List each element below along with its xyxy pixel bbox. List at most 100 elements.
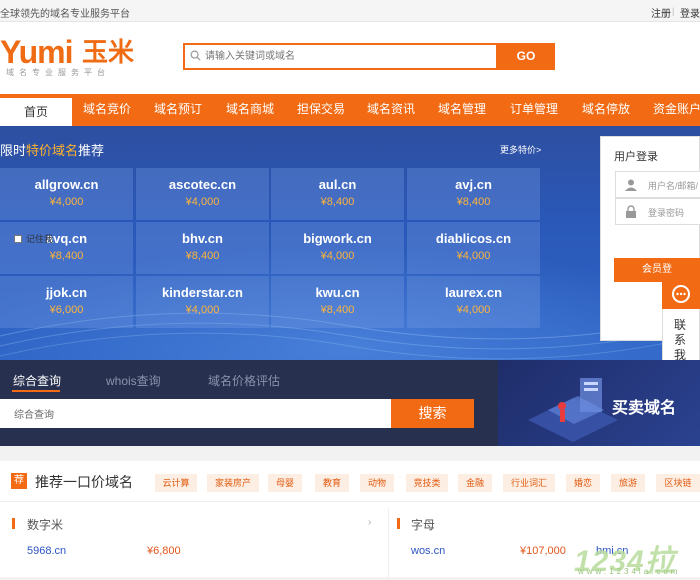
query-search-button[interactable]: 搜索 [391, 399, 474, 428]
username-placeholder: 用户名/邮箱/ [648, 181, 699, 191]
nav-item-orders[interactable]: 订单管理 [498, 94, 570, 126]
deal-domain-price: ¥8,400 [320, 304, 355, 316]
deal-domain-card[interactable]: jjok.cn ¥6,000 [0, 276, 133, 328]
deal-domain-price: ¥4,000 [320, 250, 355, 262]
deal-domain-card[interactable]: avq.cn ¥8,400 [0, 222, 133, 274]
hero-title-prefix: 限时 [0, 143, 27, 158]
search-input[interactable] [185, 45, 496, 68]
deal-domain-price: ¥4,000 [456, 304, 491, 316]
listing-domain[interactable]: 5968.cn [27, 545, 66, 557]
tag-travel[interactable]: 旅游 [611, 474, 645, 492]
tab-whois-query[interactable]: whois查询 [106, 372, 161, 389]
deal-domain-card[interactable]: kinderstar.cn ¥4,000 [136, 276, 269, 328]
nav-item-parking[interactable]: 域名停放 [570, 94, 642, 126]
deal-domain-price: ¥8,400 [320, 196, 355, 208]
nav-item-auction[interactable]: 域名竞价 [72, 94, 142, 126]
tag-esports[interactable]: 竞技类 [406, 474, 448, 492]
tag-mother-baby[interactable]: 母婴 [268, 474, 302, 492]
top-bar: 全球领先的域名专业服务平台 注册 | 登录 [0, 0, 700, 22]
deal-domain-price: ¥6,000 [49, 304, 84, 316]
deal-domain-name: aul.cn [318, 177, 357, 192]
nav-item-funds[interactable]: 资金账户 [642, 94, 700, 126]
category-marker [397, 518, 400, 529]
divider [0, 501, 700, 502]
deal-domain-price: ¥8,400 [185, 250, 220, 262]
deal-domain-name: laurex.cn [444, 285, 503, 300]
topbar-separator: | [672, 6, 675, 16]
deal-domain-name: allgrow.cn [34, 177, 99, 192]
deal-domain-price: ¥8,400 [456, 196, 491, 208]
deal-domain-card[interactable]: diablicos.cn ¥4,000 [407, 222, 540, 274]
deal-domain-name: ascotec.cn [168, 177, 237, 192]
nav-item-manage[interactable]: 域名管理 [426, 94, 498, 126]
tag-finance[interactable]: 金融 [458, 474, 492, 492]
tag-industry-words[interactable]: 行业词汇 [503, 474, 555, 492]
logo-text[interactable]: Yumi [0, 34, 73, 70]
deal-domain-card[interactable]: bigwork.cn ¥4,000 [271, 222, 404, 274]
hero-title-suffix: 推荐 [78, 143, 105, 158]
user-icon [625, 179, 637, 191]
hero-banner: 限时特价域名推荐 更多特价> allgrow.cn ¥4,000 ascotec.… [0, 126, 700, 360]
chat-bubble-icon[interactable] [662, 281, 700, 309]
deal-domain-name: jjok.cn [45, 285, 88, 300]
tag-cloud-computing[interactable]: 云计算 [155, 474, 197, 492]
password-field[interactable]: 登录密码 [615, 198, 700, 225]
tag-animals[interactable]: 动物 [360, 474, 394, 492]
deal-domain-card[interactable]: ascotec.cn ¥4,000 [136, 168, 269, 220]
deal-domain-name: diablicos.cn [435, 231, 512, 246]
deal-domain-price: ¥4,000 [185, 196, 220, 208]
nav-item-home[interactable]: 首页 [0, 96, 72, 126]
login-link[interactable]: 登录 [680, 5, 700, 20]
nav-item-escrow[interactable]: 担保交易 [286, 94, 356, 126]
tag-education[interactable]: 教育 [315, 474, 349, 492]
deal-domain-card[interactable]: laurex.cn ¥4,000 [407, 276, 540, 328]
deal-domain-card[interactable]: aul.cn ¥8,400 [271, 168, 404, 220]
nav-item-news[interactable]: 域名资讯 [356, 94, 426, 126]
tag-dating[interactable]: 婚恋 [566, 474, 600, 492]
chevron-right-icon[interactable]: › [368, 517, 371, 528]
logo-cn[interactable]: 玉米 [82, 37, 134, 67]
deal-domain-card[interactable]: allgrow.cn ¥4,000 [0, 168, 133, 220]
tag-blockchain[interactable]: 区块链 [656, 474, 700, 492]
promo-text[interactable]: 买卖域名 [612, 394, 676, 418]
lock-icon [626, 205, 636, 218]
deal-domain-price: ¥8,400 [49, 250, 84, 262]
header: Yumi 玉米 域名专业服务平台 GO [0, 22, 700, 94]
deal-domain-price: ¥4,000 [49, 196, 84, 208]
deal-domain-name: kinderstar.cn [162, 285, 243, 300]
listing-price: ¥6,800 [147, 545, 181, 557]
nav-item-reserve[interactable]: 域名预订 [142, 94, 214, 126]
tag-home-realestate[interactable]: 家装房产 [207, 474, 259, 492]
tab-price-evaluation[interactable]: 域名价格评估 [208, 372, 280, 389]
go-button[interactable]: GO [497, 43, 555, 70]
deal-domain-name: bigwork.cn [303, 231, 372, 246]
login-title: 用户登录 [614, 151, 658, 163]
password-placeholder: 登录密码 [648, 208, 685, 218]
hero-title: 限时特价域名推荐 [0, 140, 104, 159]
nav-item-mall[interactable]: 域名商城 [214, 94, 286, 126]
listing-domain[interactable]: wos.cn [411, 545, 445, 557]
logo-subtitle: 域名专业服务平台 [6, 68, 110, 77]
site-tagline: 全球领先的域名专业服务平台 [0, 9, 130, 20]
deal-domain-name: avj.cn [455, 177, 492, 192]
category-marker [12, 518, 15, 529]
member-login-button[interactable]: 会员登 [614, 258, 700, 282]
deal-domain-card[interactable]: avj.cn ¥8,400 [407, 168, 540, 220]
tab-general-query[interactable]: 综合查询 [13, 372, 61, 389]
deal-domain-name: bhv.cn [182, 231, 223, 246]
remember-checkbox[interactable] [14, 235, 22, 243]
recommend-badge: 荐 [11, 473, 27, 489]
category-title-digits: 数字米 [27, 518, 64, 532]
query-input[interactable] [0, 399, 392, 428]
watermark-url: www.1234la.com [578, 567, 681, 576]
more-deals-link[interactable]: 更多特价> [500, 143, 541, 156]
deal-domain-card[interactable]: bhv.cn ¥8,400 [136, 222, 269, 274]
deal-domain-price: ¥4,000 [456, 250, 491, 262]
main-nav: 首页 域名竞价 域名预订 域名商城 担保交易 域名资讯 域名管理 订单管理 域名… [0, 94, 700, 126]
deal-domain-card[interactable]: kwu.cn ¥8,400 [271, 276, 404, 328]
register-link[interactable]: 注册 [651, 5, 671, 20]
username-field[interactable]: 用户名/邮箱/ [615, 171, 700, 198]
remember-label: 记住我 [26, 234, 54, 244]
category-title-letters: 字母 [411, 518, 436, 532]
deal-domain-price: ¥4,000 [185, 304, 220, 316]
